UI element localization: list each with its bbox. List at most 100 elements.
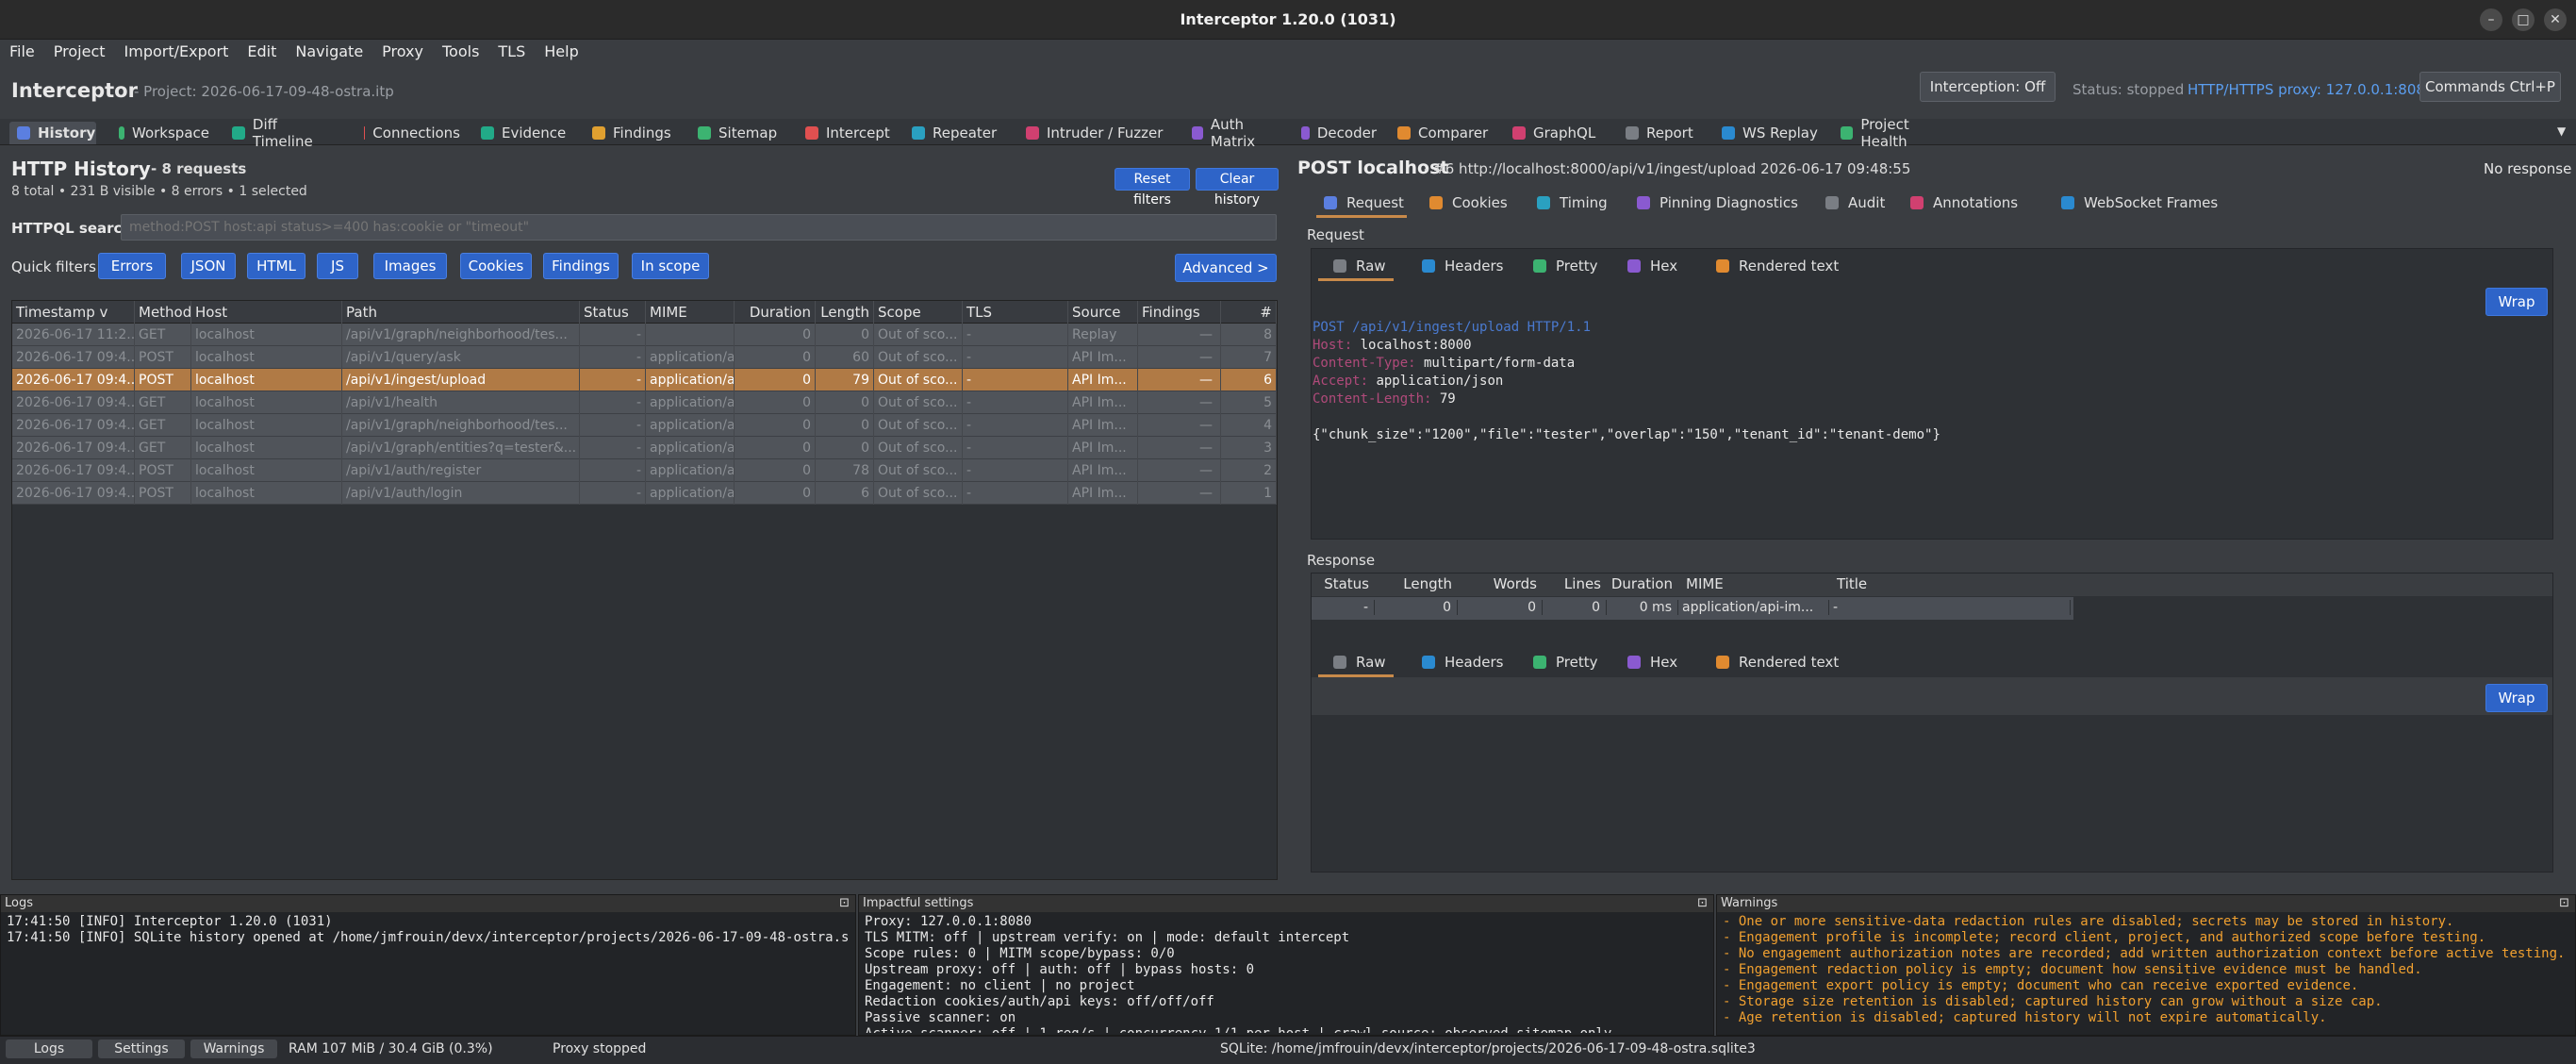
commands-button[interactable]: Commands Ctrl+P [2419,72,2561,102]
tab-project-health[interactable]: Project Health [1833,116,1956,150]
tab-repeater[interactable]: Repeater [904,122,1003,144]
detach-icon[interactable]: ⊡ [1697,895,1708,912]
tab-report[interactable]: Report [1618,122,1701,144]
reset-filters-button[interactable]: Reset filters [1115,168,1190,208]
request-wrap-button[interactable]: Wrap [2485,288,2548,316]
tab-diff-timeline[interactable]: Diff Timeline [224,116,341,150]
httpql-search-input[interactable] [121,214,1277,241]
settings-toggle-button[interactable]: Settings [98,1039,185,1058]
response-view-pretty[interactable]: Pretty [1533,650,1612,674]
maximize-icon[interactable]: □ [2512,8,2535,31]
column-header-source[interactable]: Source [1068,301,1138,324]
table-row[interactable]: 2026-06-17 09:4... GET localhost/api/v1/he… [12,391,1277,414]
quick-filter-cookies[interactable]: Cookies [460,253,532,279]
request-view-raw[interactable]: Raw [1333,254,1409,278]
detail-tab-pinning-diagnostics[interactable]: Pinning Diagnostics [1637,191,1812,215]
detail-tab-websocket-frames[interactable]: WebSocket Frames [2061,191,2220,215]
column-header-path[interactable]: Path [342,301,580,324]
column-header-method[interactable]: Method [135,301,191,324]
menu-item-edit[interactable]: Edit [238,42,286,60]
column-header-#[interactable]: # [1221,301,1277,324]
proxy-address-link[interactable]: HTTP/HTTPS proxy: 127.0.0.1:8080 [2188,81,2434,98]
clear-history-button[interactable]: Clear history [1196,168,1279,208]
tab-workspace[interactable]: Workspace [111,122,209,144]
detach-icon[interactable]: ⊡ [839,895,850,912]
table-row[interactable]: 2026-06-17 09:4... GET localhost/api/v1/gr… [12,437,1277,459]
tab-ws-replay[interactable]: WS Replay [1714,122,1820,144]
column-header-length[interactable]: Length [816,301,874,324]
column-header-tls[interactable]: TLS [963,301,1068,324]
table-row[interactable]: 2026-06-17 09:4... GET localhost/api/v1/gr… [12,414,1277,437]
menu-item-import-export[interactable]: Import/Export [115,42,239,60]
quick-filter-json[interactable]: JSON [181,253,236,279]
logs-toggle-button[interactable]: Logs [6,1039,92,1058]
menu-item-navigate[interactable]: Navigate [286,42,372,60]
warnings-toggle-button[interactable]: Warnings [190,1039,277,1058]
tab-history[interactable]: History [9,122,96,144]
detail-tab-cookies[interactable]: Cookies [1429,191,1524,215]
interception-toggle-button[interactable]: Interception: Off [1920,72,2056,102]
tab-intruder-fuzzer[interactable]: Intruder / Fuzzer [1018,122,1169,144]
detach-icon[interactable]: ⊡ [2559,895,2569,912]
quick-filter-errors[interactable]: Errors [98,253,166,279]
request-raw-body[interactable]: POST /api/v1/ingest/upload HTTP/1.1 Host:… [1313,319,2551,536]
table-row[interactable]: 2026-06-17 09:4... POST localhost/api/v1/i… [12,369,1277,391]
tabs-overflow-icon[interactable]: ▼ [2557,125,2566,138]
column-header-duration[interactable]: Duration [735,301,816,324]
response-column-title[interactable]: Title [1829,575,2071,592]
detail-tab-timing[interactable]: Timing [1537,191,1624,215]
request-view-rendered-text[interactable]: Rendered text [1716,254,1848,278]
request-view-headers[interactable]: Headers [1422,254,1518,278]
tab-sitemap[interactable]: Sitemap [690,122,783,144]
table-row[interactable]: 2026-06-17 09:4... POST localhost/api/v1/q… [12,346,1277,369]
detail-tab-annotations[interactable]: Annotations [1910,191,2048,215]
table-row[interactable]: 2026-06-17 11:2... GET localhost/api/v1/gr… [12,324,1277,346]
response-view-rendered-text[interactable]: Rendered text [1716,650,1848,674]
column-header-scope[interactable]: Scope [874,301,963,324]
menu-item-tls[interactable]: TLS [488,42,535,60]
tab-evidence[interactable]: Evidence [473,122,571,144]
request-view-hex[interactable]: Hex [1627,254,1693,278]
tab-auth-matrix[interactable]: Auth Matrix [1184,116,1280,150]
tab-connections[interactable]: Connections [356,122,460,144]
menu-item-project[interactable]: Project [44,42,115,60]
table-row[interactable]: 2026-06-17 09:4... POST localhost/api/v1/a… [12,482,1277,505]
response-view-headers[interactable]: Headers [1422,650,1518,674]
column-header-findings[interactable]: Findings [1138,301,1221,324]
response-column-lines[interactable]: Lines [1543,575,1607,592]
tab-graphql[interactable]: GraphQL [1505,122,1605,144]
response-column-words[interactable]: Words [1458,575,1543,592]
column-header-timestamp-v[interactable]: Timestamp v [12,301,135,324]
request-view-pretty[interactable]: Pretty [1533,254,1612,278]
response-view-raw[interactable]: Raw [1333,650,1409,674]
quick-filter-html[interactable]: HTML [247,253,305,279]
tab-decoder[interactable]: Decoder [1294,122,1377,144]
response-column-duration[interactable]: Duration [1607,575,1678,592]
menu-item-tools[interactable]: Tools [433,42,488,60]
column-header-mime[interactable]: MIME [646,301,735,324]
quick-filter-findings[interactable]: Findings [543,253,619,279]
quick-filter-images[interactable]: Images [373,253,447,279]
detail-tab-request[interactable]: Request [1324,191,1416,215]
tab-comparer[interactable]: Comparer [1390,122,1492,144]
column-header-host[interactable]: Host [191,301,342,324]
menu-item-help[interactable]: Help [535,42,587,60]
tab-findings[interactable]: Findings [585,122,675,144]
minimize-icon[interactable]: – [2480,8,2502,31]
response-column-length[interactable]: Length [1375,575,1458,592]
column-header-status[interactable]: Status [580,301,646,324]
advanced-filters-button[interactable]: Advanced > [1175,254,1277,282]
response-column-mime[interactable]: MIME [1678,575,1829,592]
close-icon[interactable]: ✕ [2544,8,2567,31]
response-column-status[interactable]: Status [1314,575,1375,592]
detail-tab-audit[interactable]: Audit [1825,191,1897,215]
response-raw-body[interactable] [1312,715,2552,872]
table-row[interactable]: 2026-06-17 09:4... POST localhost/api/v1/a… [12,459,1277,482]
response-wrap-button[interactable]: Wrap [2485,684,2548,712]
quick-filter-in-scope[interactable]: In scope [632,253,709,279]
menu-item-proxy[interactable]: Proxy [372,42,433,60]
response-view-hex[interactable]: Hex [1627,650,1693,674]
quick-filter-js[interactable]: JS [317,253,358,279]
tab-intercept[interactable]: Intercept [798,122,890,144]
menu-item-file[interactable]: File [0,42,44,60]
